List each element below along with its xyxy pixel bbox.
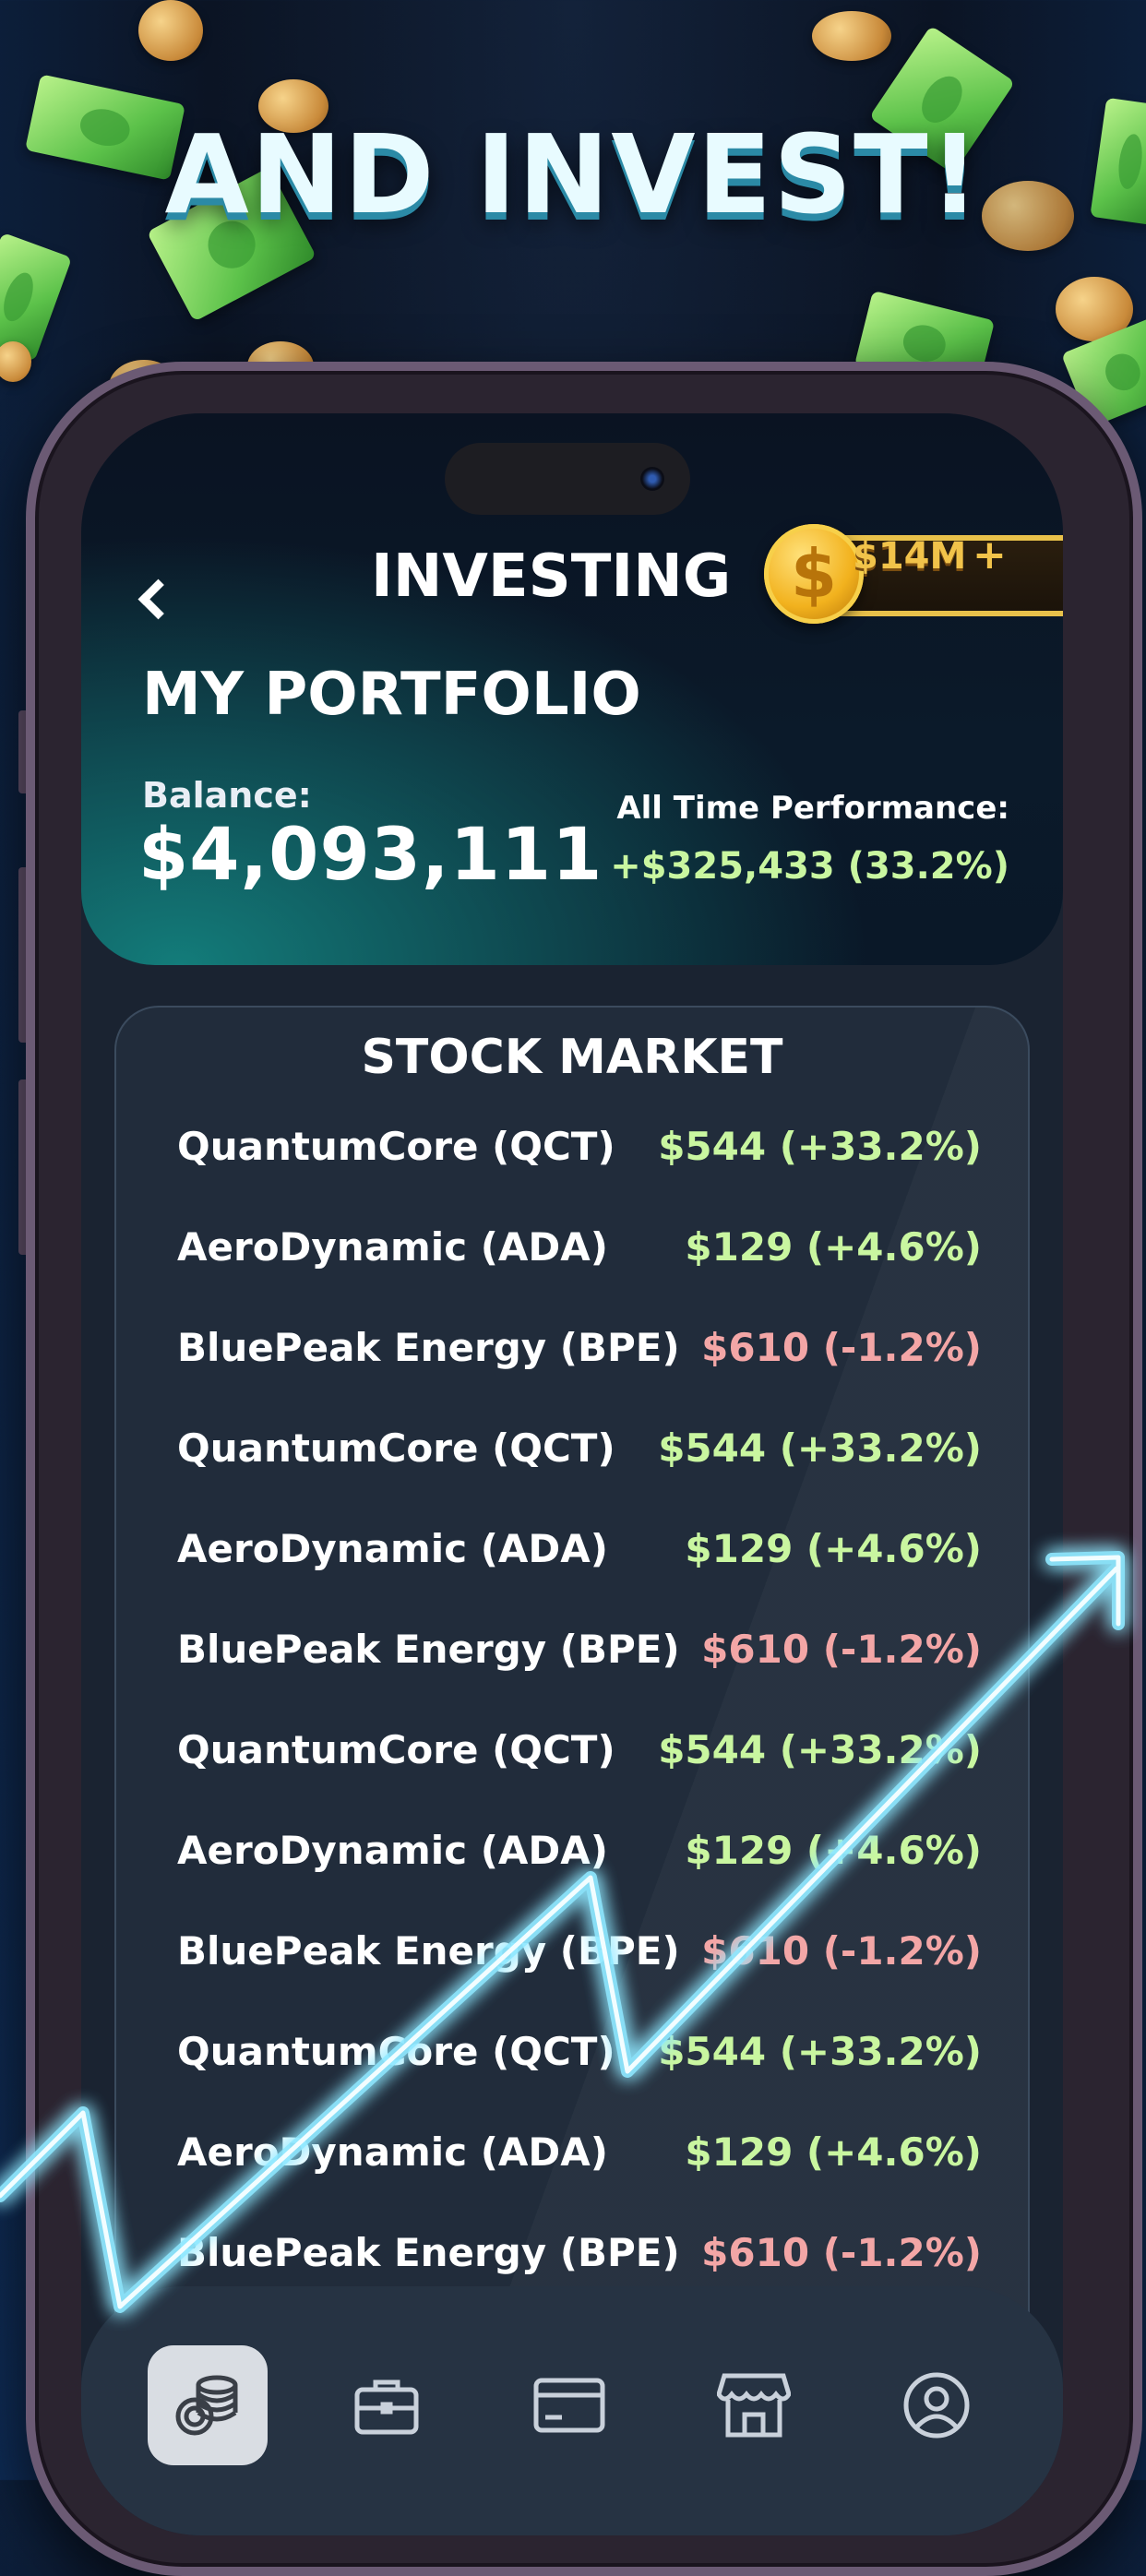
stock-name: BluePeak Energy (BPE)	[177, 1325, 680, 1370]
stock-price: $129 (+4.6%)	[685, 2129, 982, 2175]
balance-value: $4,093,111	[138, 814, 603, 897]
store-icon	[717, 2373, 791, 2438]
stock-price: $544 (+33.2%)	[658, 1727, 982, 1772]
stock-price: $610 (-1.2%)	[701, 1627, 982, 1672]
stock-price: $544 (+33.2%)	[658, 1124, 982, 1169]
dynamic-island	[445, 443, 690, 515]
stock-name: BluePeak Energy (BPE)	[177, 2230, 680, 2275]
stock-row[interactable]: BluePeak Energy (BPE) $610 (-1.2%)	[177, 1325, 982, 1389]
back-button[interactable]	[131, 568, 186, 624]
stock-row[interactable]: BluePeak Energy (BPE) $610 (-1.2%)	[177, 1627, 982, 1691]
briefcase-icon	[354, 2379, 419, 2435]
stock-row[interactable]: AeroDynamic (ADA) $129 (+4.6%)	[177, 1526, 982, 1591]
stock-price: $129 (+4.6%)	[685, 1828, 982, 1873]
balance-label: Balance:	[142, 775, 312, 816]
promo-title: AND INVEST!	[164, 111, 982, 238]
stock-price: $544 (+33.2%)	[658, 2029, 982, 2074]
coin-decoration	[138, 0, 203, 61]
stock-price: $129 (+4.6%)	[685, 1224, 982, 1270]
stock-row[interactable]: QuantumCore (QCT) $544 (+33.2%)	[177, 1425, 982, 1490]
stock-market-title: STOCK MARKET	[361, 1030, 783, 1085]
stock-row[interactable]: AeroDynamic (ADA) $129 (+4.6%)	[177, 1828, 982, 1892]
coin-decoration	[812, 11, 891, 61]
stock-row[interactable]: AeroDynamic (ADA) $129 (+4.6%)	[177, 1224, 982, 1289]
coin-decoration	[0, 341, 31, 382]
page-title: INVESTING	[371, 543, 732, 611]
bottom-nav	[81, 2286, 1063, 2535]
nav-item-portfolio[interactable]	[327, 2345, 447, 2465]
app-screen: INVESTING $ $14M + MY PORTFOLIO Balance:…	[81, 413, 1063, 2535]
stock-row[interactable]: QuantumCore (QCT) $544 (+33.2%)	[177, 1124, 982, 1188]
stock-price: $544 (+33.2%)	[658, 1425, 982, 1471]
performance-value: +$325,433 (33.2%)	[610, 845, 1009, 888]
stock-name: QuantumCore (QCT)	[177, 1425, 615, 1471]
portfolio-title: MY PORTFOLIO	[142, 661, 641, 729]
credit-card-icon	[533, 2378, 605, 2433]
add-funds-button[interactable]: +	[973, 531, 1007, 578]
wallet-amount: $14M	[853, 535, 967, 578]
stock-name: BluePeak Energy (BPE)	[177, 1928, 680, 1974]
nav-item-coins[interactable]	[148, 2345, 268, 2465]
nav-item-profile[interactable]	[877, 2345, 997, 2465]
stock-name: AeroDynamic (ADA)	[177, 1224, 608, 1270]
stock-row[interactable]: BluePeak Energy (BPE) $610 (-1.2%)	[177, 1928, 982, 1993]
stock-row[interactable]: BluePeak Energy (BPE) $610 (-1.2%)	[177, 2230, 982, 2295]
stock-price: $129 (+4.6%)	[685, 1526, 982, 1571]
stock-name: BluePeak Energy (BPE)	[177, 1627, 680, 1672]
stock-name: AeroDynamic (ADA)	[177, 1526, 608, 1571]
stock-name: QuantumCore (QCT)	[177, 2029, 615, 2074]
dollar-coin-icon: $	[764, 524, 864, 624]
stock-row[interactable]: QuantumCore (QCT) $544 (+33.2%)	[177, 2029, 982, 2093]
coin-symbol: $	[790, 535, 838, 613]
wallet-balance-pill[interactable]: $ $14M +	[764, 524, 1063, 624]
camera-icon	[640, 467, 664, 491]
nav-item-cards[interactable]	[509, 2345, 629, 2465]
portfolio-header: INVESTING $ $14M + MY PORTFOLIO Balance:…	[81, 413, 1063, 965]
stock-name: AeroDynamic (ADA)	[177, 1828, 608, 1873]
stock-name: AeroDynamic (ADA)	[177, 2129, 608, 2175]
stock-price: $610 (-1.2%)	[701, 2230, 982, 2275]
user-icon	[903, 2372, 970, 2439]
stock-price: $610 (-1.2%)	[701, 1928, 982, 1974]
stock-name: QuantumCore (QCT)	[177, 1727, 615, 1772]
stock-price: $610 (-1.2%)	[701, 1325, 982, 1370]
coins-icon	[175, 2375, 238, 2436]
performance-label: All Time Performance:	[616, 790, 1009, 827]
stock-row[interactable]: QuantumCore (QCT) $544 (+33.2%)	[177, 1727, 982, 1792]
nav-item-store[interactable]	[694, 2345, 814, 2465]
stock-name: QuantumCore (QCT)	[177, 1124, 615, 1169]
stock-row[interactable]: AeroDynamic (ADA) $129 (+4.6%)	[177, 2129, 982, 2194]
